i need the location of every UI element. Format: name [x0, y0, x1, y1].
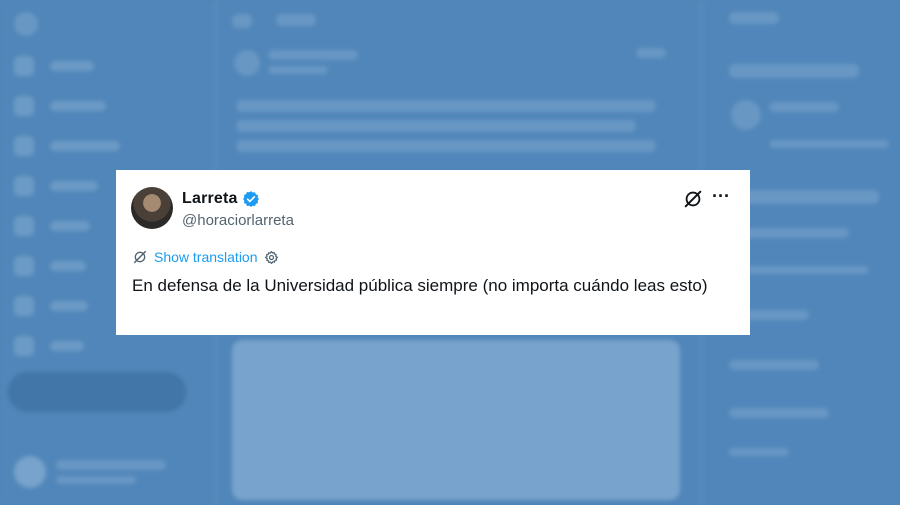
author-handle[interactable]: @horaciorlarreta — [182, 212, 294, 229]
show-translation-link[interactable]: Show translation — [154, 249, 258, 265]
tweet-text: En defensa de la Universidad pública sie… — [132, 276, 708, 295]
tweet-card[interactable]: Larreta @horaciorlarreta ··· Show transl… — [116, 170, 750, 335]
translate-icon — [132, 249, 148, 265]
author-name[interactable]: Larreta — [182, 190, 238, 208]
avatar[interactable] — [131, 187, 173, 229]
more-options-icon[interactable]: ··· — [709, 187, 733, 209]
grok-icon[interactable] — [682, 188, 704, 210]
verified-badge-icon[interactable] — [242, 190, 260, 208]
author-row: Larreta — [182, 190, 260, 208]
translation-row: Show translation — [132, 249, 279, 265]
gear-icon[interactable] — [264, 250, 279, 265]
